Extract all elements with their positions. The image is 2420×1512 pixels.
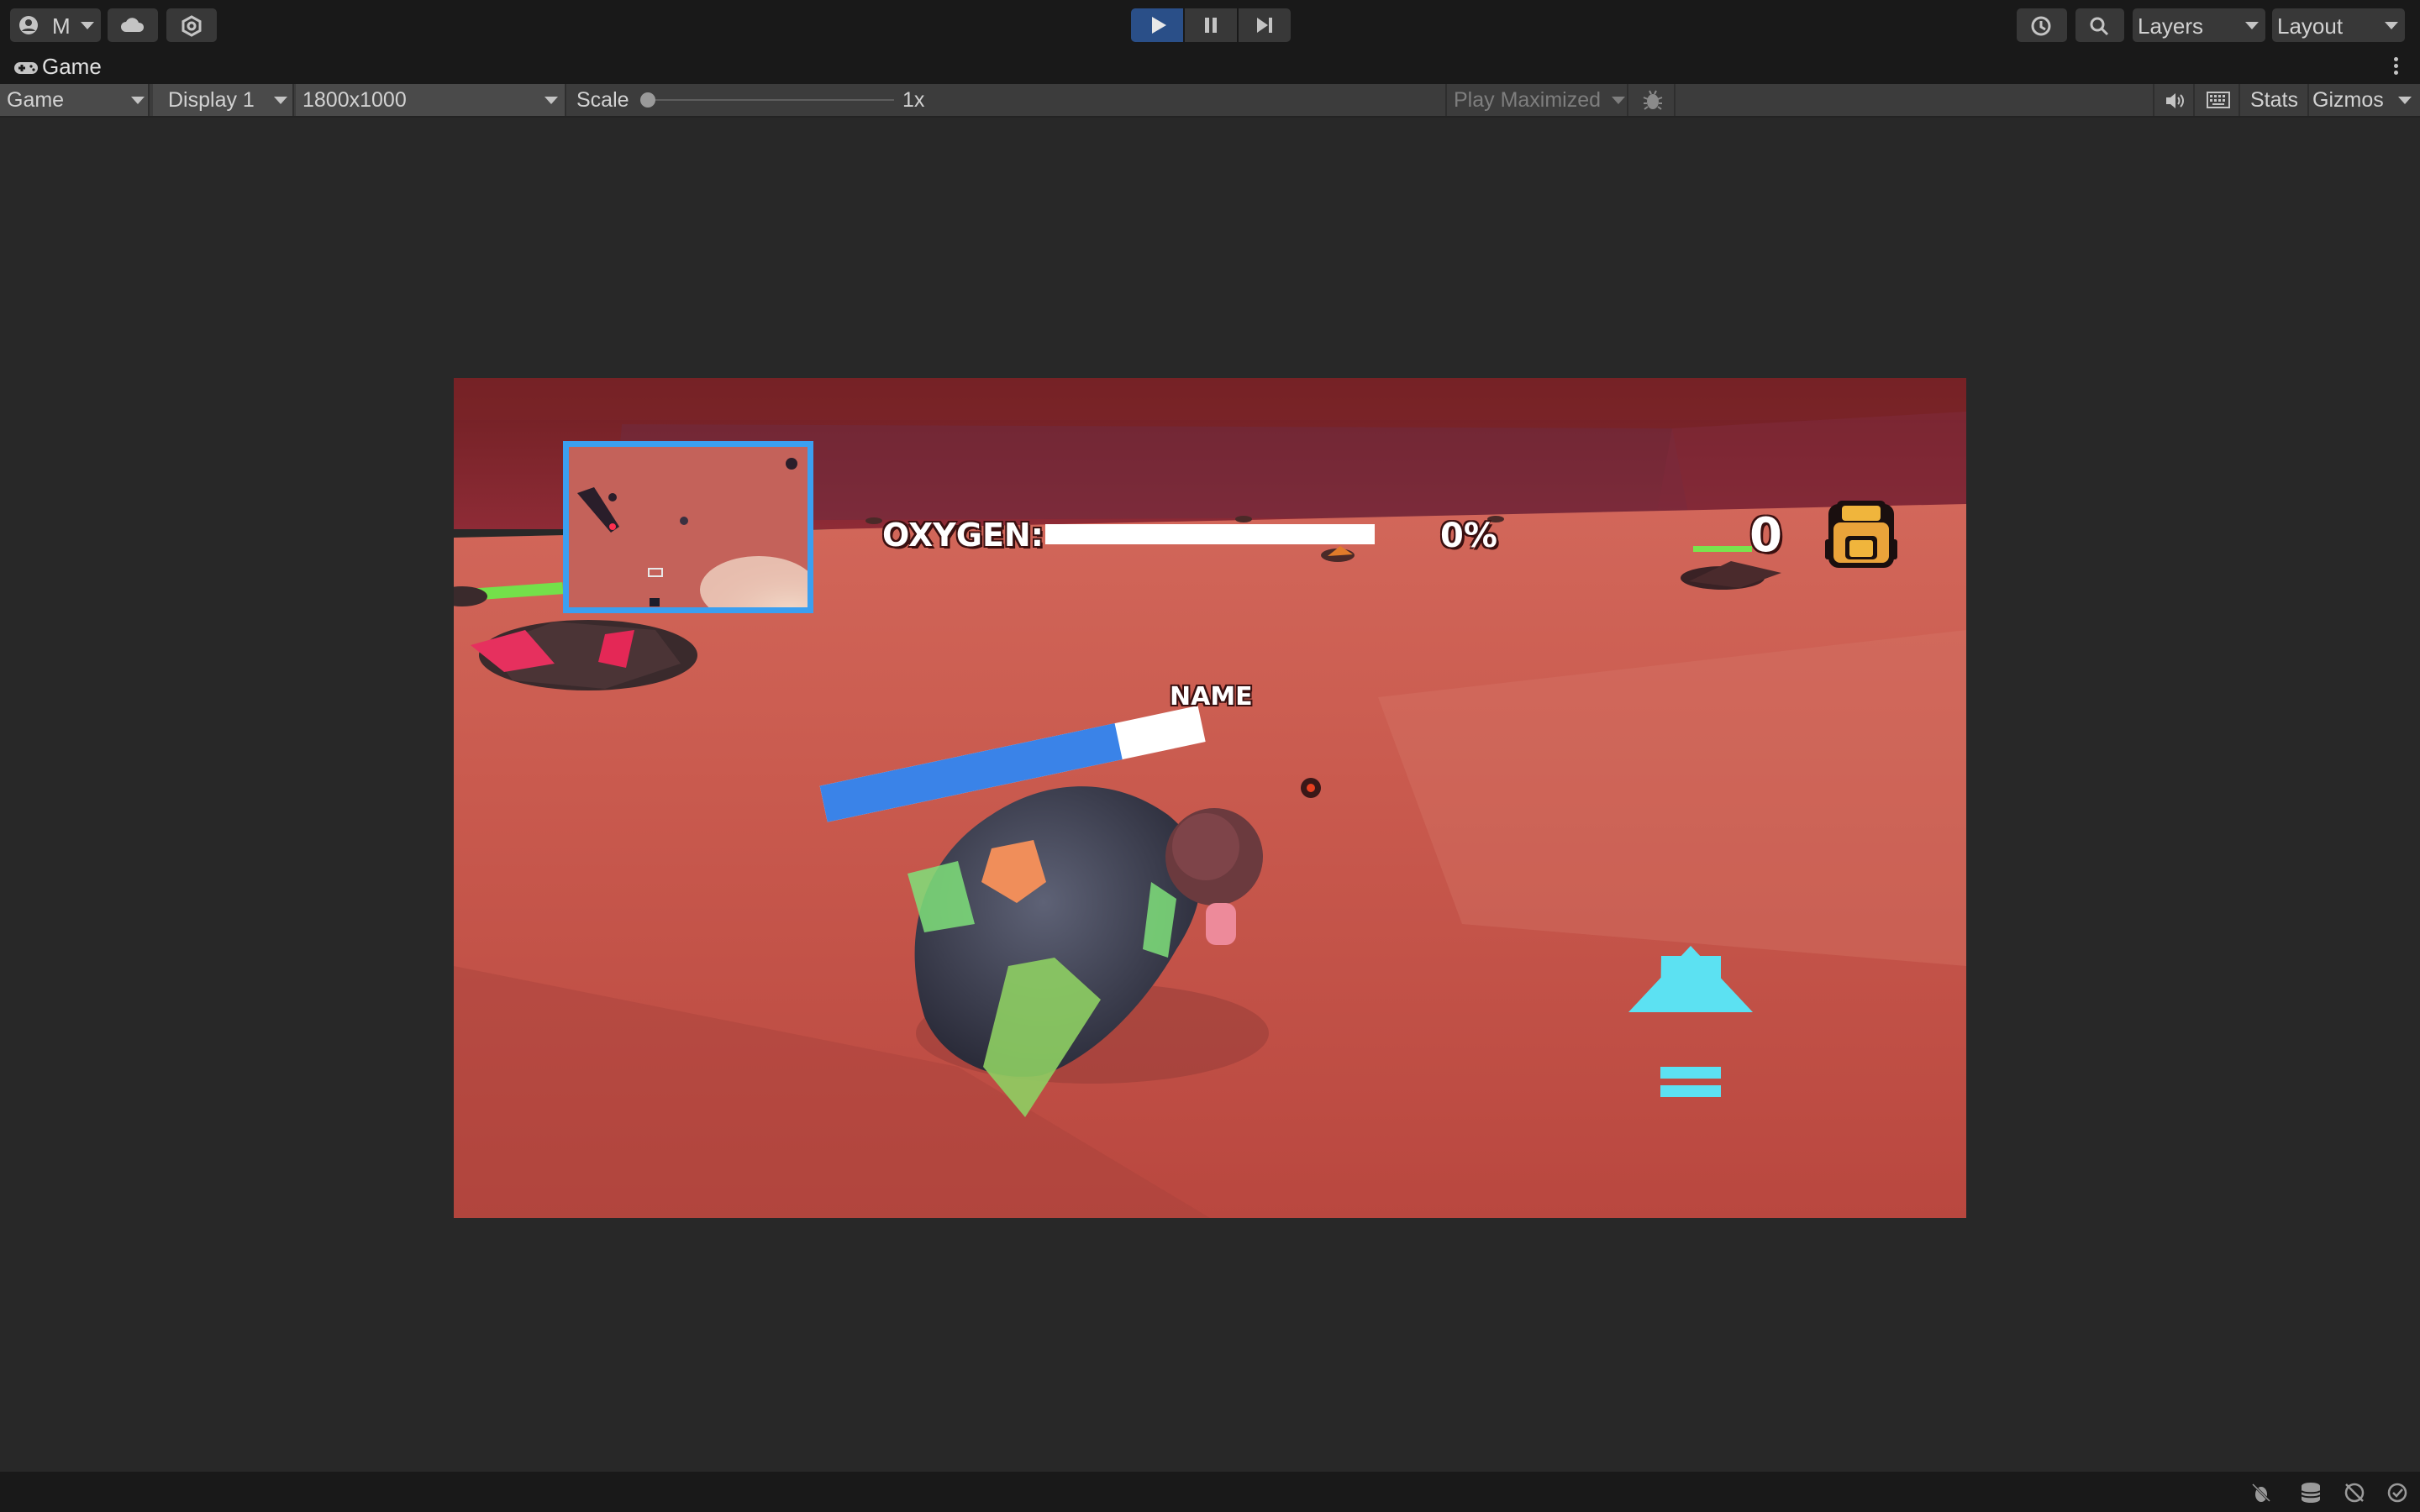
layers-dropdown[interactable]: Layers [2133,8,2265,42]
minimap[interactable] [563,441,813,613]
search-icon [2090,17,2109,36]
oxygen-bar-fill [1045,524,1375,544]
game-viewport[interactable]: OXYGEN: 0% 0 NAME [454,378,1966,1218]
resolution-label: 1800x1000 [302,88,407,112]
chevron-down-icon [131,97,145,104]
backpack-icon[interactable] [1825,497,1897,571]
chevron-down-icon [274,97,287,104]
layout-dropdown[interactable]: Layout [2272,8,2405,42]
cloud-button[interactable] [108,8,158,42]
gamepad-icon [14,62,38,74]
stats-button[interactable]: Stats [2242,84,2309,116]
play-mode-label: Play Maximized [1454,88,1602,112]
oxygen-percent: 0% [1440,517,1497,555]
main-toolbar: M Layers Layout [0,0,2420,50]
step-button[interactable] [1239,8,1291,42]
shortcuts-button[interactable] [2196,84,2240,116]
view-mode-label: Game [7,88,65,112]
player-name: NAME [1170,682,1253,711]
stats-label: Stats [2250,88,2298,112]
bug-icon [1643,90,1663,110]
chevron-down-icon [2385,22,2398,29]
play-icon [1152,17,1166,34]
gizmos-label: Gizmos [2312,88,2384,112]
network-icon[interactable] [2343,1482,2366,1504]
settings-button[interactable] [166,8,217,42]
display-label: Display 1 [168,88,255,112]
chevron-down-icon [2398,97,2412,104]
play-button[interactable] [1131,8,1183,42]
scale-slider-track[interactable] [645,99,894,101]
pause-icon [1205,18,1217,33]
mute-audio-button[interactable] [2153,84,2195,116]
bug-icon[interactable] [2250,1482,2272,1504]
chevron-down-icon [81,22,94,29]
scale-value: 1x [902,88,925,112]
history-button[interactable] [2017,8,2067,42]
pause-button[interactable] [1185,8,1237,42]
display-dropdown[interactable]: Display 1 [153,84,294,116]
inventory-count: 0 [1749,508,1782,563]
settings-icon [182,15,202,37]
chevron-down-icon [1612,97,1625,104]
account-label: M [52,13,71,39]
chevron-down-icon [2245,22,2259,29]
history-icon [2031,16,2051,36]
gizmos-dropdown[interactable]: Gizmos [2311,84,2420,116]
view-mode-dropdown[interactable]: Game [0,84,150,116]
more-options-icon[interactable] [2391,55,2400,77]
scale-slider-handle[interactable] [640,92,655,108]
minimap-view [569,447,808,607]
oxygen-bar [1045,524,1375,544]
layers-label: Layers [2138,13,2204,39]
audio-icon [2166,93,2184,108]
cloud-icon [121,18,145,32]
layout-label: Layout [2277,13,2344,39]
check-circle-icon[interactable] [2386,1482,2408,1504]
game-view-toolbar: Game Display 1 1800x1000 Scale 1x Play M… [0,84,2420,118]
status-bar [0,1472,2420,1512]
database-icon[interactable] [2299,1482,2323,1504]
keyboard-icon [2207,92,2230,108]
tab-game-label: Game [42,54,102,79]
resolution-dropdown[interactable]: 1800x1000 [296,84,566,116]
oxygen-label: OXYGEN: [882,517,1044,554]
step-icon [1257,18,1272,33]
tab-bar [0,50,2420,84]
account-icon [19,16,38,34]
search-button[interactable] [2075,8,2124,42]
debug-button[interactable] [1630,84,1676,116]
account-dropdown[interactable]: M [10,8,101,42]
scale-label: Scale [576,88,629,112]
play-mode-dropdown[interactable]: Play Maximized [1445,84,1628,116]
chevron-down-icon [544,97,558,104]
